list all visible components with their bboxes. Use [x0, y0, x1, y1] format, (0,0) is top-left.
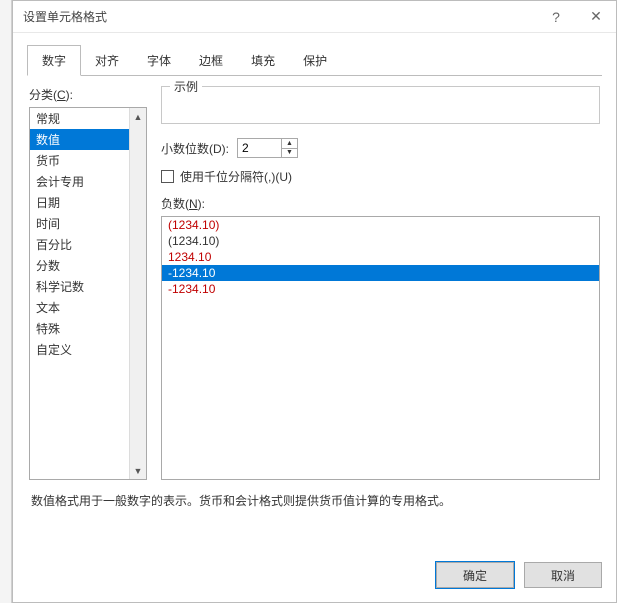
sample-frame: 示例: [161, 86, 600, 124]
cancel-button[interactable]: 取消: [524, 562, 602, 588]
decimals-input[interactable]: [237, 138, 281, 158]
category-item-scientific[interactable]: 科学记数: [30, 276, 129, 297]
thousands-checkbox[interactable]: 使用千位分隔符(,)(U): [161, 168, 292, 185]
options-column: 示例 小数位数(D): ▲ ▼: [161, 86, 600, 480]
window-title: 设置单元格格式: [23, 8, 107, 25]
negative-option[interactable]: (1234.10): [162, 217, 599, 233]
negatives-label: 负数(N):: [161, 195, 600, 212]
titlebar: 设置单元格格式 ? ✕: [13, 1, 616, 33]
format-description: 数值格式用于一般数字的表示。货币和会计格式则提供货币值计算的专用格式。: [13, 484, 616, 554]
category-item-time[interactable]: 时间: [30, 213, 129, 234]
negative-option[interactable]: -1234.10: [162, 281, 599, 297]
help-icon: ?: [552, 9, 560, 25]
negative-option[interactable]: -1234.10: [162, 265, 599, 281]
category-item-fraction[interactable]: 分数: [30, 255, 129, 276]
spinner-down-icon[interactable]: ▼: [282, 149, 297, 158]
tab-number[interactable]: 数字: [27, 45, 81, 76]
category-item-text[interactable]: 文本: [30, 297, 129, 318]
negatives-listbox[interactable]: (1234.10) (1234.10) 1234.10 -1234.10 -12…: [161, 216, 600, 480]
tab-strip: 数字 对齐 字体 边框 填充 保护: [13, 33, 616, 75]
tab-fill[interactable]: 填充: [237, 46, 289, 75]
category-item-accounting[interactable]: 会计专用: [30, 171, 129, 192]
decimals-spinner: ▲ ▼: [237, 138, 298, 158]
category-item-number[interactable]: 数值: [30, 129, 129, 150]
tab-font[interactable]: 字体: [133, 46, 185, 75]
sample-label: 示例: [170, 78, 202, 95]
category-item-percentage[interactable]: 百分比: [30, 234, 129, 255]
spreadsheet-gutter: [0, 0, 12, 603]
category-item-special[interactable]: 特殊: [30, 318, 129, 339]
content-area: 分类(C): 常规 数值 货币 会计专用 日期 时间 百分比 分数 科学记数 文…: [13, 76, 616, 484]
scroll-down-icon[interactable]: ▼: [130, 462, 146, 479]
spinner-up-icon[interactable]: ▲: [282, 139, 297, 149]
category-items: 常规 数值 货币 会计专用 日期 时间 百分比 分数 科学记数 文本 特殊 自定…: [30, 108, 129, 479]
negative-option[interactable]: (1234.10): [162, 233, 599, 249]
category-scrollbar[interactable]: ▲ ▼: [129, 108, 146, 479]
decimals-label: 小数位数(D):: [161, 140, 229, 157]
checkbox-box-icon: [161, 170, 174, 183]
tab-alignment[interactable]: 对齐: [81, 46, 133, 75]
category-item-general[interactable]: 常规: [30, 108, 129, 129]
close-button[interactable]: ✕: [576, 1, 616, 32]
category-item-custom[interactable]: 自定义: [30, 339, 129, 360]
category-item-date[interactable]: 日期: [30, 192, 129, 213]
thousands-label: 使用千位分隔符(,)(U): [180, 168, 292, 185]
format-cells-dialog: 设置单元格格式 ? ✕ 数字 对齐 字体 边框 填充 保护 分类(C): 常规 …: [12, 0, 617, 603]
help-button[interactable]: ?: [536, 1, 576, 32]
negative-option[interactable]: 1234.10: [162, 249, 599, 265]
ok-button[interactable]: 确定: [436, 562, 514, 588]
close-icon: ✕: [590, 8, 602, 25]
tab-border[interactable]: 边框: [185, 46, 237, 75]
thousands-row: 使用千位分隔符(,)(U): [161, 168, 600, 185]
scroll-up-icon[interactable]: ▲: [130, 108, 146, 125]
tab-protection[interactable]: 保护: [289, 46, 341, 75]
category-column: 分类(C): 常规 数值 货币 会计专用 日期 时间 百分比 分数 科学记数 文…: [29, 86, 147, 480]
category-item-currency[interactable]: 货币: [30, 150, 129, 171]
dialog-footer: 确定 取消: [13, 554, 616, 602]
category-label: 分类(C):: [29, 86, 147, 103]
decimals-row: 小数位数(D): ▲ ▼: [161, 138, 600, 158]
category-listbox[interactable]: 常规 数值 货币 会计专用 日期 时间 百分比 分数 科学记数 文本 特殊 自定…: [29, 107, 147, 480]
scroll-track[interactable]: [130, 125, 146, 462]
